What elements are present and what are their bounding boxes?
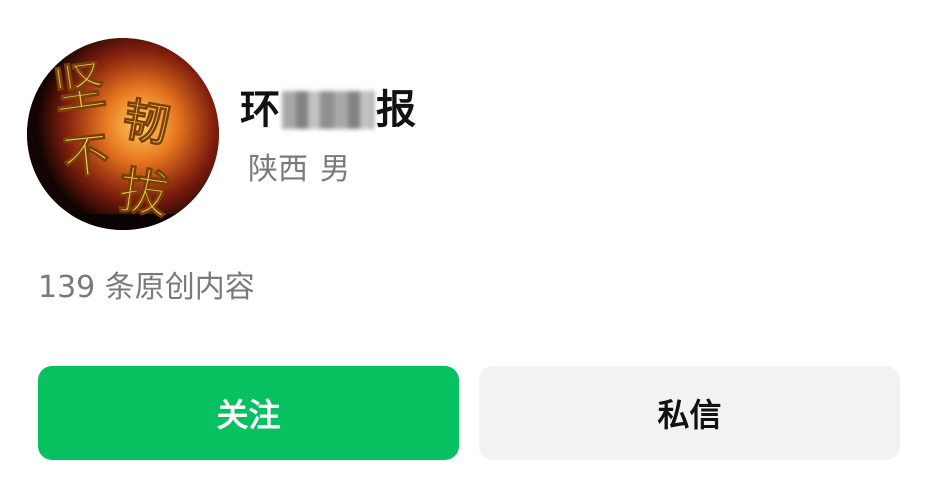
avatar[interactable]: 坚 韧 不 拔 <box>27 38 219 230</box>
svg-text:拔: 拔 <box>115 160 173 225</box>
profile-meta: 陕西男 <box>248 150 350 190</box>
original-post-count[interactable]: 139 条原创内容 <box>38 268 255 308</box>
message-button[interactable]: 私信 <box>479 366 900 460</box>
follow-button[interactable]: 关注 <box>38 366 459 460</box>
profile-name-end: 报 <box>376 87 416 133</box>
svg-text:不: 不 <box>60 127 111 186</box>
name-redaction-mosaic <box>282 91 374 129</box>
gender-label: 男 <box>320 152 350 187</box>
message-button-label: 私信 <box>657 396 722 434</box>
svg-text:韧: 韧 <box>119 92 174 153</box>
calligraphy-avatar-icon: 坚 韧 不 拔 <box>27 38 219 230</box>
profile-name-start: 环 <box>240 87 280 133</box>
profile-name: 环 报 <box>240 84 416 136</box>
region-label: 陕西 <box>248 152 308 187</box>
svg-text:坚: 坚 <box>49 54 109 122</box>
follow-button-label: 关注 <box>216 396 281 434</box>
